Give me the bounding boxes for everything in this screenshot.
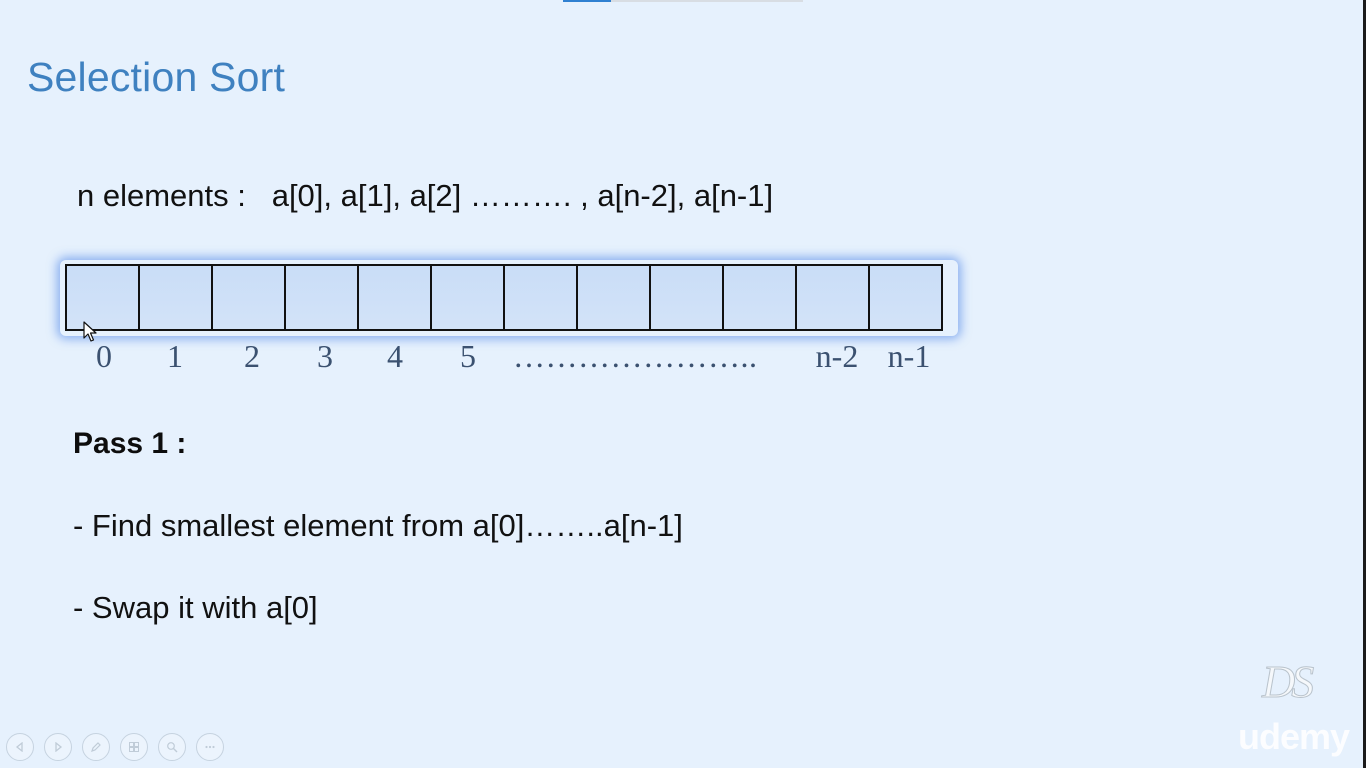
index-label-3: 3 — [317, 338, 333, 374]
index-label-5: 5 — [460, 338, 476, 374]
index-ellipsis: ………………….. — [513, 338, 758, 374]
index-label-n-1: n-1 — [887, 338, 931, 374]
slide-title: Selection Sort — [27, 54, 286, 100]
slideshow-controls — [6, 733, 224, 761]
pen-icon[interactable] — [82, 733, 110, 761]
array-cell — [576, 264, 651, 331]
array-cell — [430, 264, 505, 331]
array-diagram — [65, 264, 943, 331]
udemy-watermark: udemy — [1238, 716, 1350, 757]
zoom-icon[interactable] — [158, 733, 186, 761]
array-cell — [138, 264, 213, 331]
progress-indicator — [563, 0, 803, 2]
index-label-4: 4 — [387, 338, 403, 374]
array-cell — [503, 264, 578, 331]
index-label-2: 2 — [244, 338, 260, 374]
array-cell — [649, 264, 724, 331]
next-icon[interactable] — [44, 733, 72, 761]
ds-logo: DS — [1261, 656, 1314, 708]
array-cell — [65, 264, 140, 331]
array-cell — [211, 264, 286, 331]
elements-line: n elements : a[0], a[1], a[2] ………. , a[n… — [77, 178, 774, 213]
array-cell — [284, 264, 359, 331]
progress-indicator-active — [563, 0, 611, 2]
step-find-smallest: - Find smallest element from a[0]……..a[n… — [73, 508, 683, 543]
step-swap: - Swap it with a[0] — [73, 590, 318, 625]
index-label-n-2: n-2 — [815, 338, 859, 374]
pass-heading: Pass 1 : — [73, 427, 187, 460]
array-cell — [868, 264, 943, 331]
index-label-1: 1 — [167, 338, 183, 374]
previous-icon[interactable] — [6, 733, 34, 761]
mouse-cursor-icon — [83, 321, 97, 342]
array-cell — [722, 264, 797, 331]
index-label-0: 0 — [96, 338, 112, 374]
array-cell — [795, 264, 870, 331]
more-icon[interactable] — [196, 733, 224, 761]
slides-icon[interactable] — [120, 733, 148, 761]
array-cell — [357, 264, 432, 331]
